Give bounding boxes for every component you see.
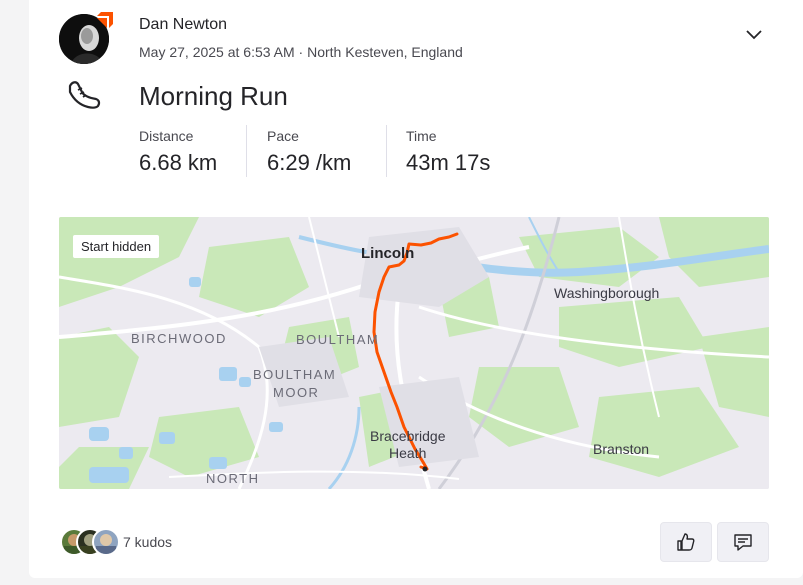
- running-shoe-icon: [68, 81, 101, 109]
- place-washingborough: Washingborough: [554, 285, 660, 301]
- stat-divider: [386, 125, 387, 177]
- give-kudos-button[interactable]: [660, 522, 712, 562]
- stat-label: Distance: [139, 128, 194, 144]
- thumbs-up-icon: [677, 533, 695, 551]
- stat-value: 43m 17s: [406, 150, 491, 175]
- place-birchwood: BIRCHWOOD: [131, 331, 227, 346]
- activity-meta: May 27, 2025 at 6:53 AM · North Kesteven…: [139, 44, 463, 60]
- place-bracebridge-line2: Heath: [389, 445, 427, 461]
- place-north: NORTH: [206, 471, 260, 486]
- kudos-count[interactable]: 7 kudos: [123, 534, 172, 550]
- place-boultham-moor-line1: BOULTHAM: [253, 367, 337, 382]
- place-boultham-moor-line2: MOOR: [273, 385, 320, 400]
- stat-value: 6.68 km: [139, 150, 218, 175]
- place-bracebridge-line1: Bracebridge: [370, 428, 446, 444]
- place-branston: Branston: [593, 441, 650, 457]
- athlete-name[interactable]: Dan Newton: [139, 16, 227, 34]
- route-map[interactable]: Start hidden Lincoln Washingborough BIRC…: [59, 217, 769, 489]
- stat-divider: [246, 125, 247, 177]
- comment-icon: [734, 534, 752, 551]
- stat-value: 6:29 /km: [267, 150, 352, 175]
- subscriber-badge-icon: [97, 12, 113, 28]
- avatar: [92, 528, 120, 556]
- stat-label: Pace: [267, 128, 299, 144]
- stat-distance: Distance 6.68 km: [139, 125, 217, 179]
- place-boultham: BOULTHAM: [296, 332, 380, 347]
- place-lincoln: Lincoln: [361, 245, 415, 262]
- activity-title[interactable]: Morning Run: [139, 81, 288, 112]
- comment-button[interactable]: [717, 522, 769, 562]
- stat-time: Time 43m 17s: [406, 125, 490, 179]
- activity-date: May 27, 2025 at 6:53 AM: [139, 44, 295, 60]
- activity-location: North Kesteven, England: [307, 44, 463, 60]
- start-hidden-label: Start hidden: [73, 235, 160, 258]
- meta-separator: ·: [294, 44, 308, 60]
- stat-pace: Pace 6:29 /km: [267, 125, 351, 179]
- stat-label: Time: [406, 128, 437, 144]
- chevron-down-icon[interactable]: [744, 26, 764, 42]
